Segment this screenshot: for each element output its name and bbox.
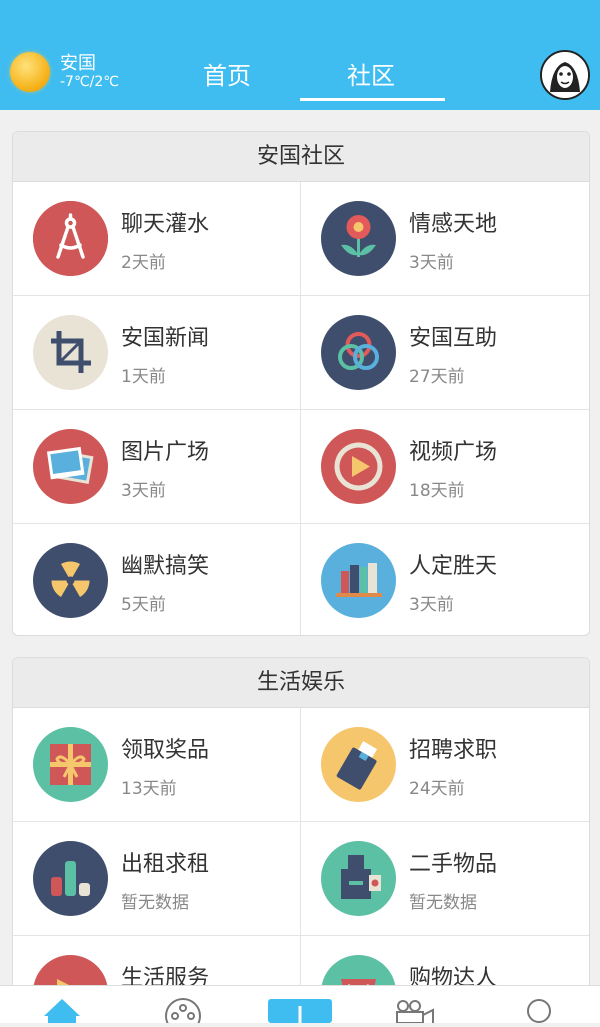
photos-icon bbox=[33, 429, 108, 504]
weather-widget[interactable]: 安国 -7℃/2℃ bbox=[10, 52, 119, 92]
forum-item-persistence[interactable]: 人定胜天 3天前 bbox=[301, 524, 589, 635]
forum-item-emotion[interactable]: 情感天地 3天前 bbox=[301, 182, 589, 296]
forum-title: 招聘求职 bbox=[409, 738, 498, 763]
forum-last-updated: 24天前 bbox=[409, 779, 465, 799]
forum-title: 出租求租 bbox=[121, 852, 210, 877]
profile-icon[interactable] bbox=[522, 986, 556, 1023]
forum-item-news[interactable]: 安国新闻 1天前 bbox=[13, 296, 301, 410]
forum-item-mutual-help[interactable]: 安国互助 27天前 bbox=[301, 296, 589, 410]
section-title: 安国社区 bbox=[13, 132, 589, 182]
tab-home[interactable]: 首页 bbox=[203, 56, 251, 91]
forum-last-updated: 暂无数据 bbox=[409, 893, 477, 913]
forum-last-updated: 3天前 bbox=[409, 253, 454, 273]
play-icon bbox=[321, 429, 396, 504]
forum-last-updated: 暂无数据 bbox=[121, 893, 189, 913]
tab-community[interactable]: 社区 bbox=[347, 56, 395, 91]
home-icon[interactable] bbox=[42, 986, 82, 1023]
forum-item-rental[interactable]: 出租求租 暂无数据 bbox=[13, 822, 301, 936]
section-title: 生活娱乐 bbox=[13, 658, 589, 708]
weather-temperature: -7℃/2℃ bbox=[60, 74, 120, 91]
active-tab-indicator bbox=[300, 98, 445, 101]
camera-icon bbox=[321, 841, 396, 916]
forum-title: 领取奖品 bbox=[121, 738, 210, 763]
bottom-navigation bbox=[0, 985, 600, 1027]
forum-item-humor[interactable]: 幽默搞笑 5天前 bbox=[13, 524, 301, 635]
forum-item-secondhand[interactable]: 二手物品 暂无数据 bbox=[301, 822, 589, 936]
forum-item-chat[interactable]: 聊天灌水 2天前 bbox=[13, 182, 301, 296]
forum-title: 人定胜天 bbox=[409, 554, 498, 579]
forum-title: 图片广场 bbox=[121, 440, 210, 465]
forum-last-updated: 1天前 bbox=[121, 367, 166, 387]
forum-item-videos[interactable]: 视频广场 18天前 bbox=[301, 410, 589, 524]
avatar[interactable] bbox=[540, 50, 590, 100]
video-camera-icon[interactable] bbox=[393, 986, 437, 1024]
forum-last-updated: 3天前 bbox=[121, 481, 166, 501]
forum-item-photos[interactable]: 图片广场 3天前 bbox=[13, 410, 301, 524]
forum-title: 情感天地 bbox=[409, 212, 498, 237]
forum-last-updated: 27天前 bbox=[409, 367, 465, 387]
rings-icon bbox=[321, 315, 396, 390]
books-icon bbox=[321, 543, 396, 618]
forum-last-updated: 13天前 bbox=[121, 779, 177, 799]
bar-chart-icon bbox=[33, 841, 108, 916]
section-anguo-community: 安国社区 聊天灌水 2天前 情感天地 3天前 安国新闻 1天前 安国互助 27天… bbox=[12, 131, 590, 636]
film-reel-icon[interactable] bbox=[163, 986, 203, 1027]
forum-title: 二手物品 bbox=[409, 852, 498, 877]
forum-last-updated: 18天前 bbox=[409, 481, 465, 501]
forum-item-prizes[interactable]: 领取奖品 13天前 bbox=[13, 708, 301, 822]
forum-item-jobs[interactable]: 招聘求职 24天前 bbox=[301, 708, 589, 822]
forum-title: 安国新闻 bbox=[121, 326, 210, 351]
radiation-icon bbox=[33, 543, 108, 618]
forum-last-updated: 5天前 bbox=[121, 595, 166, 615]
forum-title: 视频广场 bbox=[409, 440, 498, 465]
section-life-entertainment: 生活娱乐 领取奖品 13天前 招聘求职 24天前 出租求租 暂无数据 二手物品 … bbox=[12, 657, 590, 998]
forum-last-updated: 2天前 bbox=[121, 253, 166, 273]
gift-icon bbox=[33, 727, 108, 802]
forum-last-updated: 3天前 bbox=[409, 595, 454, 615]
publish-icon[interactable] bbox=[268, 986, 332, 1023]
id-badge-icon bbox=[321, 727, 396, 802]
weather-city: 安国 bbox=[60, 52, 96, 74]
forum-title: 聊天灌水 bbox=[121, 212, 210, 237]
forum-title: 幽默搞笑 bbox=[121, 554, 210, 579]
compass-icon bbox=[33, 201, 108, 276]
sun-icon bbox=[10, 52, 50, 92]
crop-icon bbox=[33, 315, 108, 390]
forum-title: 安国互助 bbox=[409, 326, 498, 351]
flower-icon bbox=[321, 201, 396, 276]
top-header: 安国 -7℃/2℃ 首页 社区 bbox=[0, 0, 600, 110]
